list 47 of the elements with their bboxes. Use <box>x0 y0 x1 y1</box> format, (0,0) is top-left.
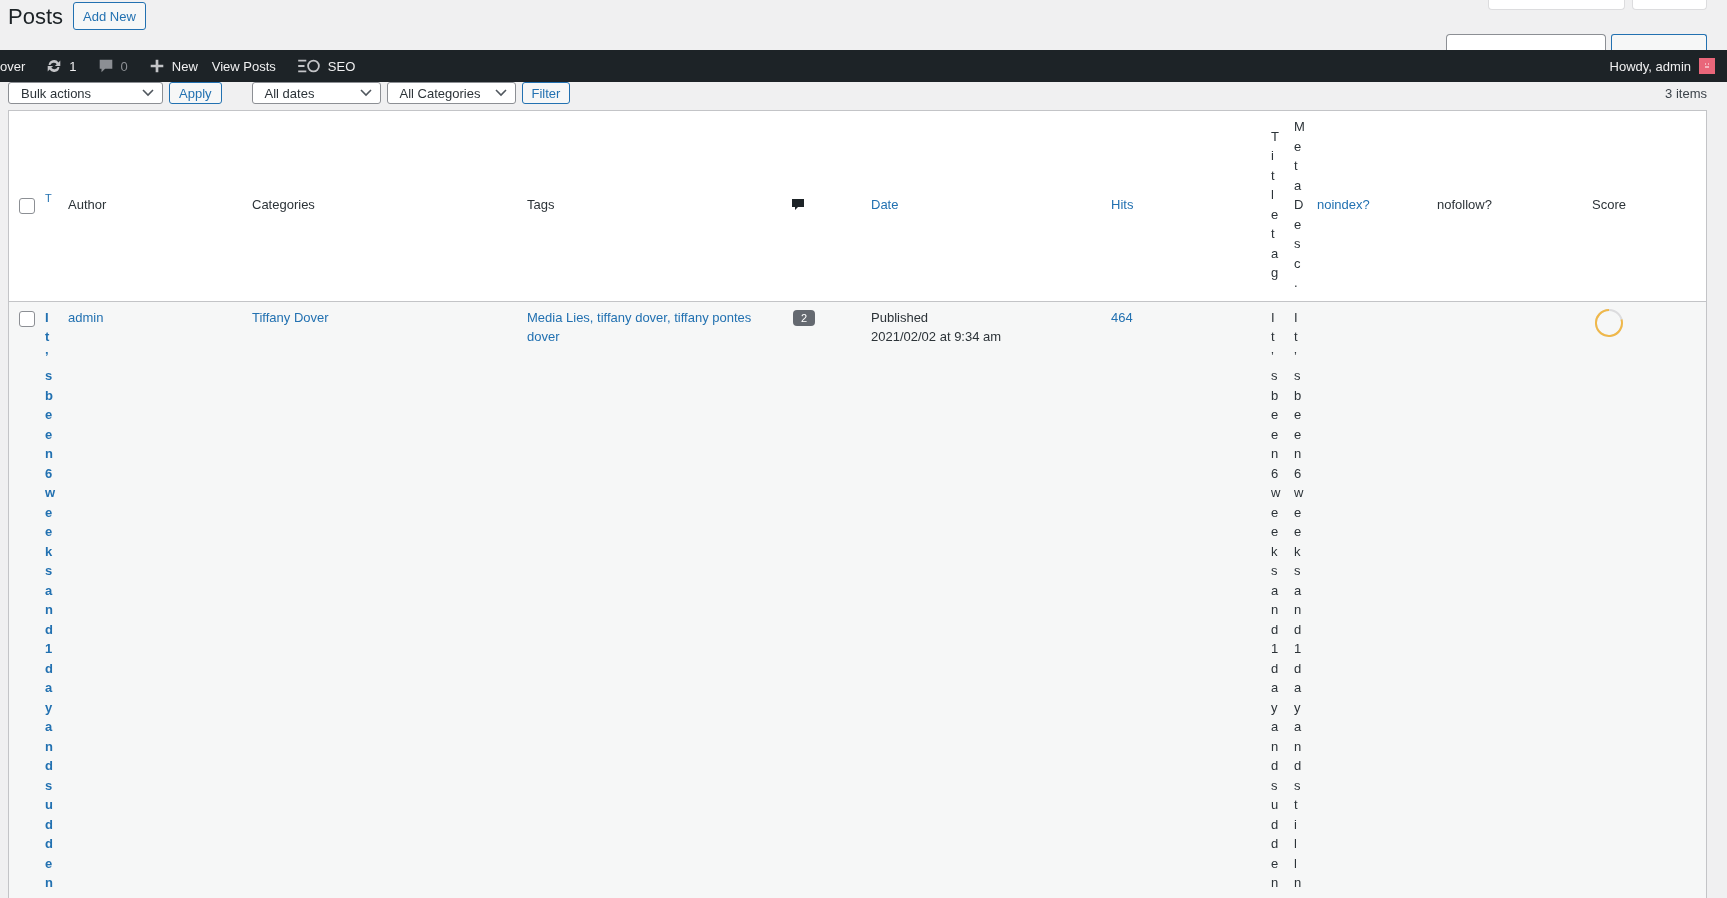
comment-icon <box>791 197 805 212</box>
view-posts-link[interactable]: View Posts <box>211 58 276 74</box>
hits-count: 464 <box>1111 308 1133 327</box>
tag-links[interactable]: Media Lies, tiffany dover, tiffany pontes dover <box>527 307 781 346</box>
column-header: Meta Desc. <box>1294 118 1314 292</box>
seo-menu[interactable]: SEO <box>327 58 356 74</box>
select-all-checkbox[interactable] <box>19 198 35 215</box>
site-name[interactable]: over <box>0 58 26 74</box>
column-header[interactable]: noindex? <box>1317 195 1370 215</box>
category-filter-dropdown[interactable]: All Categories <box>386 82 516 104</box>
search-field[interactable] <box>1446 34 1606 50</box>
chevron-icon <box>359 89 372 97</box>
date-filter-dropdown[interactable]: All dates <box>251 82 381 104</box>
column-header: Title tag <box>1271 127 1288 283</box>
apply-button[interactable]: Apply <box>169 82 222 104</box>
column-header[interactable]: T <box>45 189 52 209</box>
column-header[interactable]: Date <box>871 195 899 215</box>
chevron-icon <box>494 89 507 97</box>
avatar-icon[interactable] <box>1699 58 1715 74</box>
seo-icon[interactable] <box>295 57 322 75</box>
column-header: Score <box>1592 196 1626 215</box>
column-header: nofollow? <box>1437 196 1492 215</box>
post-status: Published <box>871 308 929 327</box>
meta-description-text: It’s been 6 weeks and 1 day and still n <box>1294 308 1313 892</box>
search-button[interactable] <box>1611 34 1707 50</box>
category-link[interactable]: Tiffany Dover <box>252 307 329 327</box>
title-tag-text: It’s been 6 weeks and 1 day and sudden <box>1271 308 1290 892</box>
score-ring-icon <box>1594 307 1624 338</box>
comments-count[interactable]: 0 <box>120 58 128 74</box>
column-header: Tags <box>527 196 555 215</box>
add-new-button[interactable]: Add New <box>73 2 146 30</box>
chevron-icon <box>142 89 154 97</box>
filter-button[interactable]: Filter <box>521 82 571 104</box>
column-header: Categories <box>252 196 315 215</box>
updates-count[interactable]: 1 <box>69 58 77 74</box>
post-date: 2021/02/02 at 9:34 am <box>871 327 1002 346</box>
item-count: 3 items <box>1665 85 1707 101</box>
greeting[interactable]: Howdy, admin <box>1609 58 1691 74</box>
post-title-link[interactable]: It’s been 6 weeks and 1 day and sudden <box>45 307 66 893</box>
author-link[interactable]: admin <box>68 307 104 327</box>
row-checkbox[interactable] <box>19 310 35 327</box>
page-title: Posts <box>8 4 64 30</box>
bulk-actions-dropdown[interactable]: Bulk actions <box>8 82 163 104</box>
column-header[interactable]: Hits <box>1111 195 1134 215</box>
comment-count-badge[interactable]: 2 <box>793 309 816 326</box>
new-menu[interactable]: New <box>171 58 198 74</box>
column-header: Author <box>68 196 107 215</box>
